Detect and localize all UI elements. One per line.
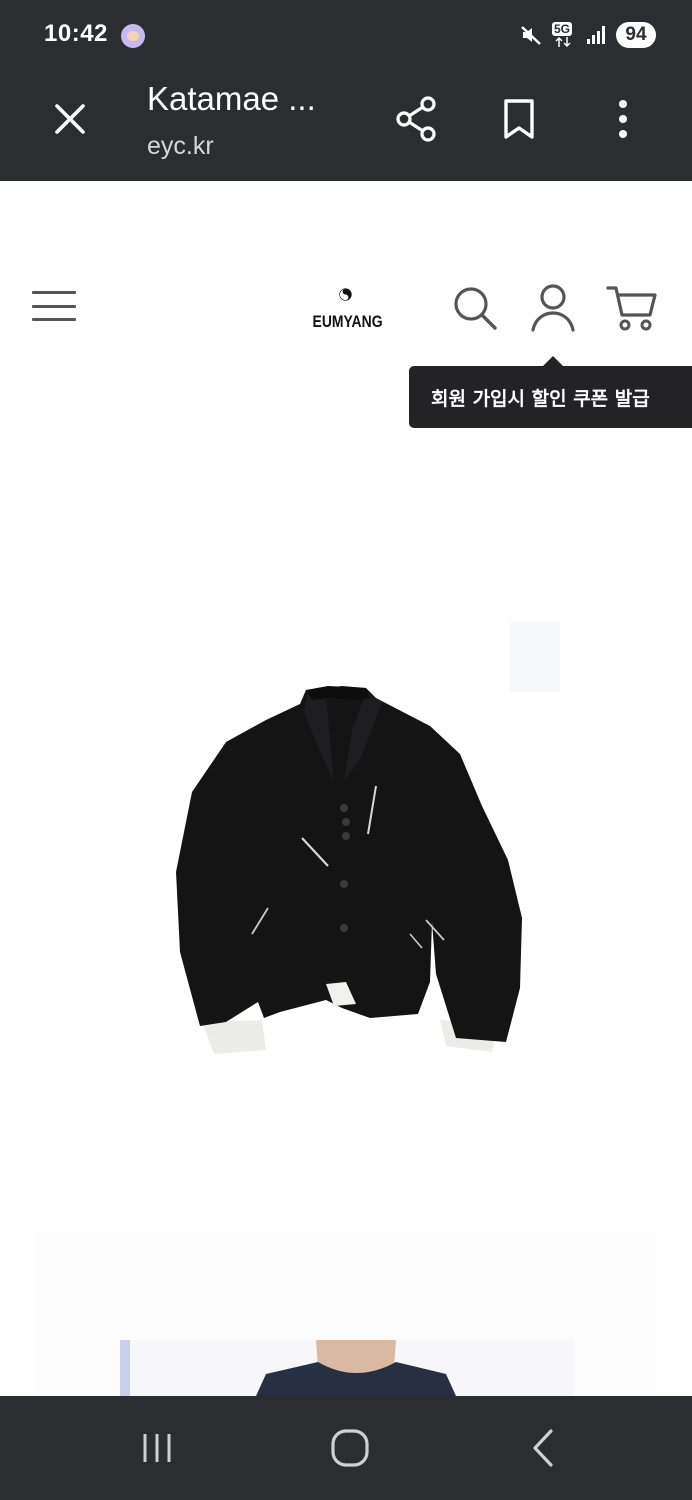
share-button[interactable] — [391, 92, 441, 146]
product-model-image[interactable] — [36, 1232, 656, 1396]
home-button[interactable] — [320, 1420, 380, 1476]
cart-button[interactable] — [606, 282, 658, 334]
model-photo-edge — [120, 1340, 130, 1396]
share-icon — [396, 96, 436, 142]
cart-icon — [606, 286, 657, 331]
account-icon — [531, 284, 575, 332]
model-figure-icon — [256, 1340, 456, 1396]
recent-apps-button[interactable] — [127, 1420, 187, 1476]
more-vert-icon — [619, 100, 627, 138]
back-button[interactable] — [514, 1420, 574, 1476]
status-icons: 5G 94 — [520, 20, 656, 50]
close-icon — [55, 104, 85, 134]
page-title: Katamae ... — [147, 80, 316, 117]
menu-button[interactable] — [30, 286, 78, 326]
menu-icon — [32, 291, 76, 294]
network-type-label: 5G — [552, 22, 573, 36]
logo-text: EUMYANG — [312, 312, 383, 331]
bookmark-button[interactable] — [494, 92, 544, 146]
bookmark-icon — [504, 99, 534, 139]
signup-coupon-tooltip[interactable]: 회원 가입시 할인 쿠폰 발급 — [409, 356, 692, 428]
site-header: EUMYANG — [0, 262, 692, 354]
site-logo[interactable]: EUMYANG — [305, 288, 389, 334]
close-button[interactable] — [48, 97, 92, 141]
menu-icon-line — [32, 318, 76, 321]
mute-icon — [520, 24, 542, 46]
search-button[interactable] — [449, 282, 501, 334]
notification-app-icon — [121, 24, 145, 48]
yin-yang-logo-icon — [339, 288, 352, 301]
signal-icon — [586, 25, 606, 45]
recent-apps-icon — [143, 1434, 171, 1462]
black-jacket-image[interactable] — [130, 622, 560, 1092]
5g-icon: 5G — [552, 22, 576, 48]
search-icon — [454, 287, 497, 330]
back-icon — [533, 1429, 553, 1467]
account-button[interactable] — [527, 282, 579, 334]
browser-chrome: 10:42 5G 94 Katamae ... eyc.kr — [0, 0, 692, 181]
more-options-button[interactable] — [598, 92, 648, 146]
home-icon — [331, 1429, 369, 1467]
custom-tab-toolbar: Katamae ... eyc.kr — [0, 70, 692, 181]
android-nav-bar — [0, 1396, 692, 1500]
page-url: eyc.kr — [147, 132, 214, 160]
menu-icon-line — [32, 304, 76, 308]
status-time: 10:42 — [44, 20, 108, 47]
battery-icon: 94 — [616, 22, 656, 48]
status-bar: 10:42 5G 94 — [0, 0, 692, 70]
